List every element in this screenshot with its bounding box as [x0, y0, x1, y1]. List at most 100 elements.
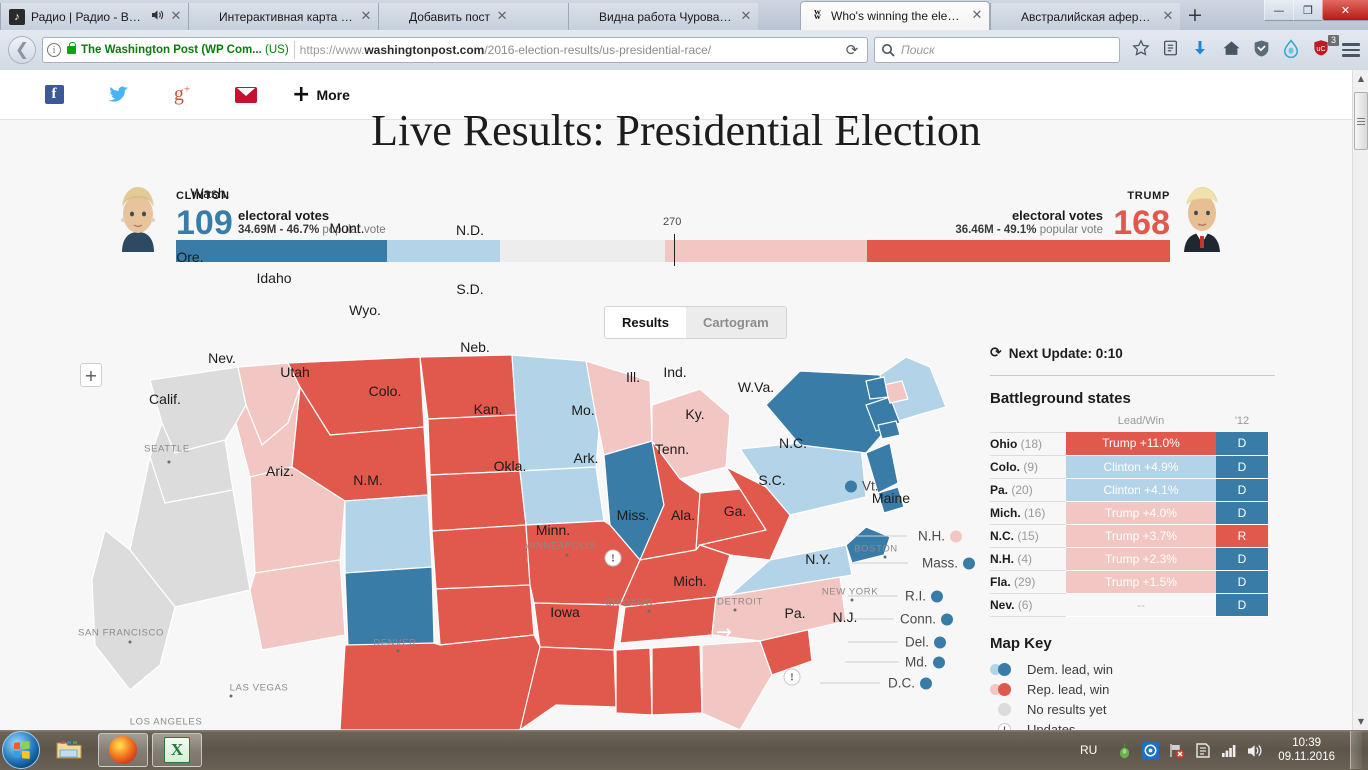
map-state-label[interactable]: N.D.	[456, 222, 484, 238]
map-state-label[interactable]: Tenn.	[655, 441, 689, 457]
map-state-label[interactable]: Pa.	[784, 605, 805, 621]
share-googleplus-button[interactable]: g+	[150, 83, 214, 106]
map-state-label[interactable]: Neb.	[460, 339, 490, 355]
table-row[interactable]: Colo. (9) Clinton +4.9% D	[990, 454, 1268, 479]
browser-tab-6[interactable]: Австралийская аферис... ✕	[990, 3, 1180, 30]
table-row[interactable]: Mich. (16) Trump +4.0% D	[990, 500, 1268, 525]
map-state-label[interactable]: Colo.	[369, 383, 402, 399]
site-info-icon[interactable]: i	[47, 43, 61, 57]
map-update-alert-icon[interactable]: !	[604, 549, 622, 567]
map-state-label[interactable]: W.Va.	[738, 379, 774, 395]
tab-close-icon[interactable]: ✕	[1162, 10, 1174, 23]
tab-close-icon[interactable]: ✕	[170, 10, 182, 23]
taskbar-firefox-button[interactable]	[98, 733, 148, 767]
table-row[interactable]: Ohio (18) Trump +11.0% D	[990, 431, 1268, 456]
tor-icon[interactable]	[1116, 742, 1133, 759]
map-state-label[interactable]: Ala.	[671, 507, 695, 523]
map-state-label[interactable]: N.Y.	[805, 551, 830, 567]
start-button[interactable]	[2, 731, 40, 769]
share-more-button[interactable]: + More	[292, 83, 350, 105]
map-update-alert-icon[interactable]: !	[783, 668, 801, 686]
tab-close-icon[interactable]: ✕	[360, 10, 372, 23]
show-desktop-button[interactable]	[1350, 731, 1362, 769]
map-callout-mass[interactable]: Mass.	[922, 556, 976, 571]
map-state-label[interactable]: S.D.	[456, 281, 483, 297]
action-center-icon[interactable]	[1194, 742, 1211, 759]
map-callout-nh[interactable]: N.H.	[918, 529, 962, 544]
language-indicator[interactable]: RU	[1080, 743, 1097, 757]
new-tab-button[interactable]: +	[1184, 5, 1206, 25]
map-state-label[interactable]: Wyo.	[349, 302, 381, 318]
map-state-label[interactable]: Calif.	[149, 391, 181, 407]
map-state-label[interactable]: Ill.	[626, 369, 640, 385]
map-state-label[interactable]: Ore.	[176, 249, 203, 265]
election-map[interactable]: + Wash. Ore. Calif. Nev. Idaho Mont. Wyo…	[0, 185, 980, 730]
map-state-label[interactable]: Miss.	[617, 507, 650, 523]
map-state-label[interactable]: Minn.	[536, 522, 570, 538]
volume-icon[interactable]	[1246, 742, 1263, 759]
map-callout-md[interactable]: Md.	[905, 655, 945, 670]
map-callout-vt[interactable]: Vt.	[845, 479, 879, 494]
table-row[interactable]: N.C. (15) Trump +3.7% R	[990, 523, 1268, 548]
downloads-icon[interactable]	[1192, 39, 1212, 61]
map-state-label[interactable]: Ind.	[663, 364, 686, 380]
table-row[interactable]: N.H. (4) Trump +2.3% D	[990, 546, 1268, 571]
tab-close-icon[interactable]: ✕	[740, 10, 752, 23]
map-state-label[interactable]: Wash.	[190, 185, 229, 201]
search-input[interactable]: Поиск	[901, 43, 935, 57]
back-button[interactable]: ❮	[8, 36, 36, 64]
droplet-icon[interactable]	[1282, 39, 1302, 61]
map-callout-ri[interactable]: R.I.	[905, 589, 944, 604]
map-state-label[interactable]: N.M.	[353, 472, 383, 488]
tab-cartogram[interactable]: Cartogram	[685, 307, 786, 338]
map-state-label[interactable]: Ky.	[685, 406, 704, 422]
taskbar-clock[interactable]: 10:39 09.11.2016	[1278, 736, 1335, 764]
table-row[interactable]: Fla. (29) Trump +1.5% D	[990, 569, 1268, 594]
scroll-up-arrow[interactable]: ▲	[1353, 70, 1368, 87]
taskbar-explorer-button[interactable]	[44, 733, 94, 767]
map-state-label[interactable]: Ga.	[724, 503, 747, 519]
map-state-label[interactable]: Okla.	[494, 458, 527, 474]
map-state-label[interactable]: Kan.	[474, 401, 503, 417]
shield-icon[interactable]	[1252, 39, 1272, 61]
map-state-label[interactable]: Utah	[280, 364, 310, 380]
signal-icon[interactable]	[1220, 742, 1237, 759]
share-twitter-button[interactable]	[86, 85, 150, 104]
vertical-scrollbar[interactable]: ▲ ▼	[1352, 70, 1368, 730]
map-state-label[interactable]: Nev.	[208, 350, 236, 366]
map-arrow-icon[interactable]: →	[716, 621, 732, 643]
tab-close-icon[interactable]: ✕	[496, 10, 508, 23]
map-state-label[interactable]: Iowa	[550, 604, 580, 620]
minimize-button[interactable]: —	[1264, 0, 1293, 21]
table-row[interactable]: Pa. (20) Clinton +4.1% D	[990, 477, 1268, 502]
browser-tab-1[interactable]: ♪ Радио | Радио - Ban... ✕	[0, 3, 188, 30]
tab-results[interactable]: Results	[605, 307, 686, 338]
map-callout-del[interactable]: Del.	[905, 635, 947, 650]
scroll-down-arrow[interactable]: ▼	[1353, 713, 1368, 730]
network-error-icon[interactable]	[1168, 742, 1185, 759]
refresh-icon[interactable]: ⟳	[990, 345, 1002, 361]
map-state-label[interactable]: S.C.	[758, 472, 785, 488]
star-icon[interactable]	[1132, 39, 1152, 61]
map-state-label[interactable]: Idaho	[256, 270, 291, 286]
taskbar-excel-button[interactable]: X	[152, 733, 202, 767]
maximize-button[interactable]: ❐	[1293, 0, 1322, 21]
close-button[interactable]: ✕	[1322, 0, 1368, 21]
menu-icon[interactable]	[1342, 39, 1360, 61]
search-bar[interactable]: Поиск	[874, 37, 1120, 63]
browser-tab-3[interactable]: Добавить пост ✕	[378, 3, 568, 30]
browser-tab-4[interactable]: Видна работа Чурова в... ✕	[568, 3, 758, 30]
reader-list-icon[interactable]	[1162, 39, 1182, 61]
tab-close-icon[interactable]: ✕	[971, 9, 983, 22]
map-state-label[interactable]: N.J.	[833, 609, 858, 625]
reload-icon[interactable]: ⟳	[841, 41, 863, 59]
share-facebook-button[interactable]: f	[22, 85, 86, 104]
share-email-button[interactable]	[214, 86, 278, 103]
antivirus-icon[interactable]	[1142, 741, 1160, 759]
map-callout-conn[interactable]: Conn.	[900, 612, 954, 627]
map-state-label[interactable]: Mo.	[571, 402, 594, 418]
ublock-icon[interactable]: uC 3	[1312, 35, 1339, 61]
browser-tab-2[interactable]: Интерактивная карта в... ✕	[188, 3, 378, 30]
map-state-label[interactable]: Ark.	[574, 450, 599, 466]
browser-tab-5-active[interactable]: ʬ Who's winning the elect... ✕	[800, 1, 990, 30]
